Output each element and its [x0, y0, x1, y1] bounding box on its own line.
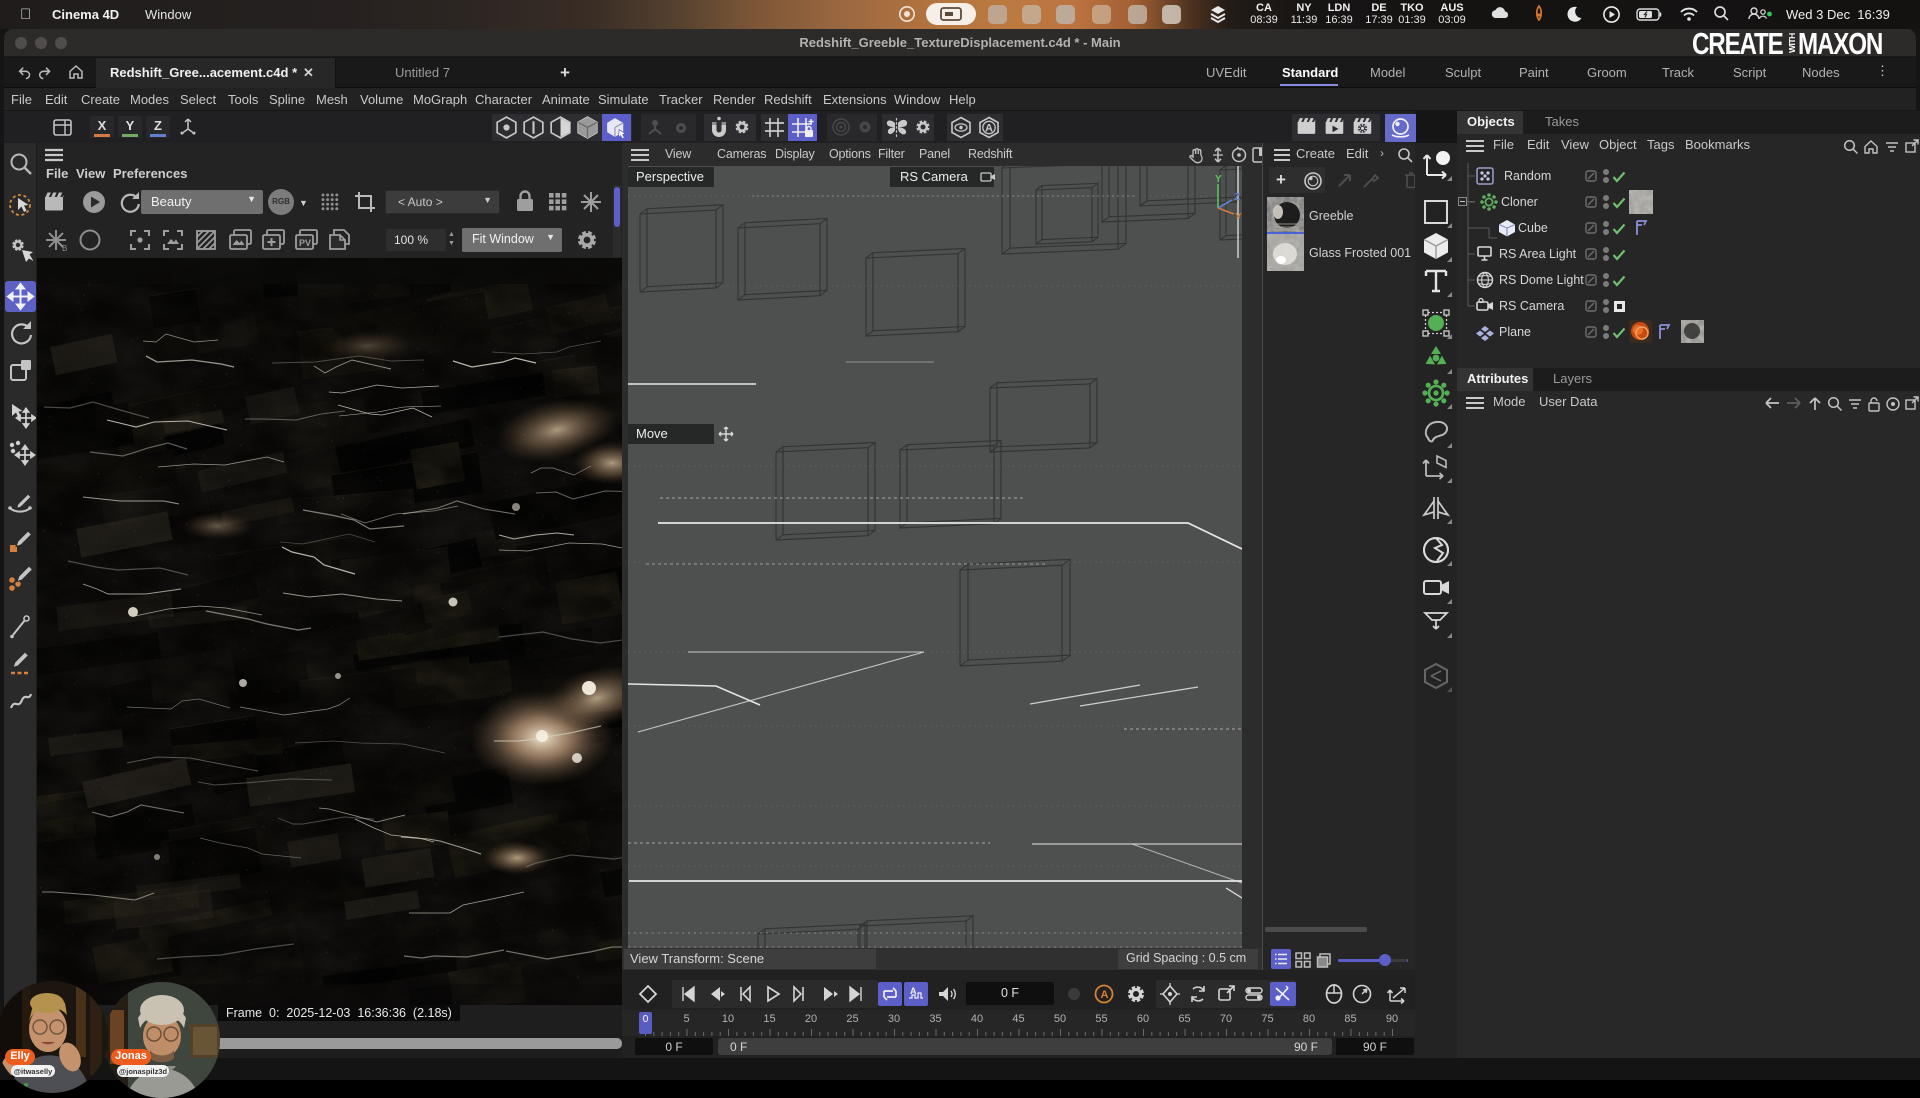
- svg-text:X: X: [1235, 212, 1242, 218]
- svg-text:PV: PV: [299, 238, 311, 248]
- svg-text:Y: Y: [1215, 174, 1222, 185]
- svg-text:A: A: [1101, 989, 1109, 1001]
- svg-text:A: A: [985, 123, 993, 135]
- svg-text:B: B: [62, 244, 67, 253]
- svg-text:Z: Z: [1234, 192, 1240, 203]
